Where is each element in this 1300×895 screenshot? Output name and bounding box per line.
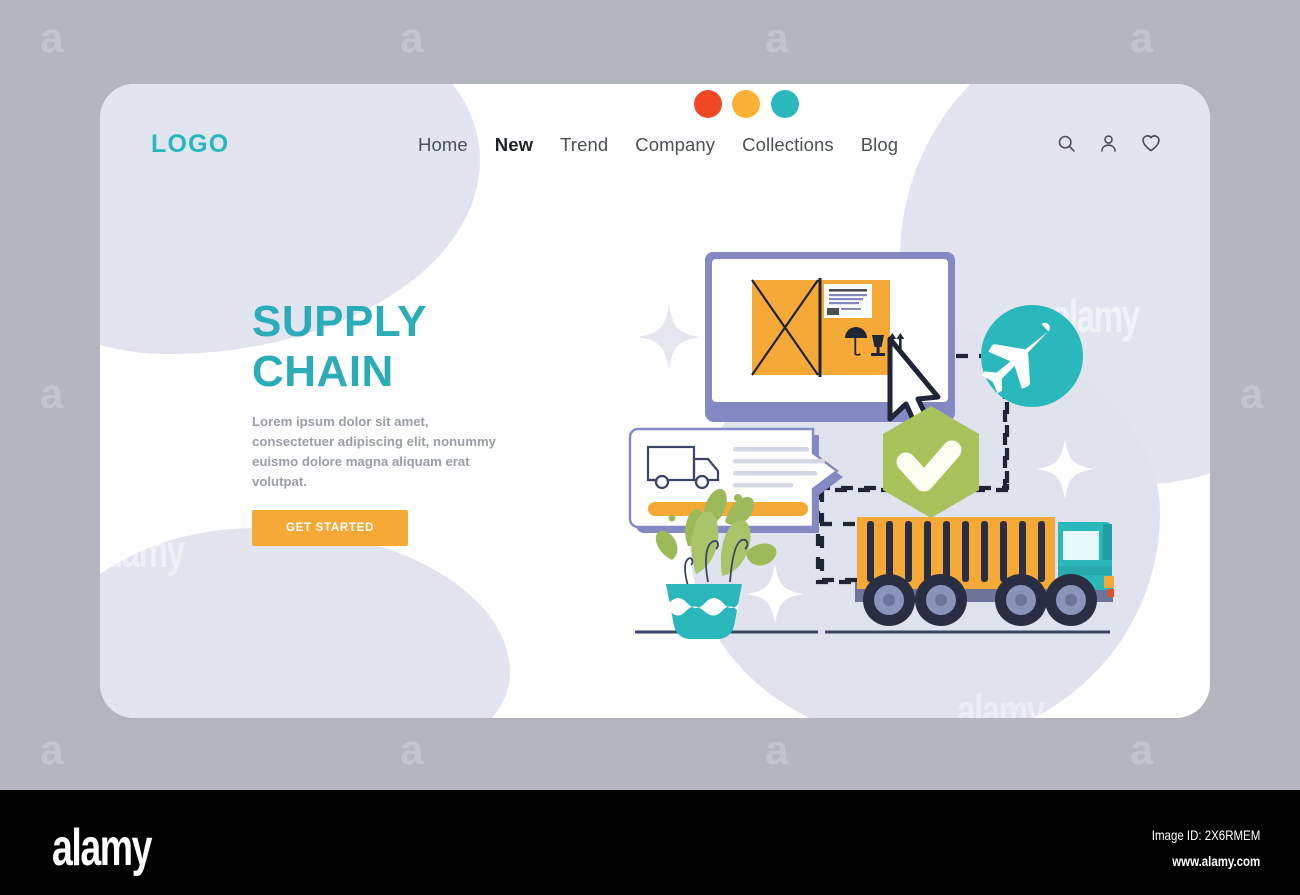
nav-item-trend[interactable]: Trend [560, 134, 608, 156]
page-title: SUPPLY CHAIN [252, 297, 552, 397]
cardboard-box [751, 278, 905, 377]
user-icon[interactable] [1098, 133, 1119, 154]
window-dot-teal [771, 90, 799, 118]
get-started-button[interactable]: GET STARTED [252, 510, 408, 546]
website-text[interactable]: www.alamy.com [1152, 848, 1260, 874]
landing-page-card: alamy alamy alamy LOGO Home New Trend Co… [100, 84, 1210, 718]
nav-item-blog[interactable]: Blog [861, 134, 898, 156]
plant-pot [666, 584, 742, 640]
shipping-label [824, 284, 872, 318]
nav-item-collections[interactable]: Collections [742, 134, 834, 156]
page-title-line2: CHAIN [252, 347, 394, 396]
site-logo[interactable]: LOGO [151, 130, 229, 159]
image-id-text: Image ID: 2X6RMEM [1151, 827, 1260, 843]
watermark-glyph: a [1130, 14, 1153, 61]
window-dot-yellow [732, 90, 760, 118]
air-freight-badge[interactable] [971, 305, 1083, 407]
search-icon[interactable] [1056, 133, 1077, 154]
nav-item-company[interactable]: Company [635, 134, 715, 156]
heart-icon[interactable] [1140, 132, 1162, 154]
window-dot-red [694, 90, 722, 118]
nav-item-new[interactable]: New [495, 134, 533, 156]
watermark-glyph: a [40, 370, 63, 417]
watermark-glyph: a [400, 726, 423, 773]
hero-section: SUPPLY CHAIN Lorem ipsum dolor sit amet,… [252, 297, 552, 546]
verified-badge[interactable] [883, 406, 979, 518]
watermark-glyph: a [40, 726, 63, 773]
hero-paragraph: Lorem ipsum dolor sit amet, consectetuer… [252, 414, 497, 489]
watermark-glyph: a [765, 14, 788, 61]
footer-meta: Image ID: 2X6RMEM www.alamy.com [1128, 822, 1260, 874]
alamy-footer: alamy Image ID: 2X6RMEM www.alamy.com [0, 790, 1300, 895]
watermark-glyph: a [400, 14, 423, 61]
site-header: LOGO Home New Trend Company Collections … [100, 128, 1210, 172]
watermark-glyph: a [765, 726, 788, 773]
watermark-glyph: a [40, 14, 63, 61]
nav-item-home[interactable]: Home [418, 134, 468, 156]
watermark-glyph: a [1130, 726, 1153, 773]
page-title-line1: SUPPLY [252, 297, 428, 346]
sparkle-icon [638, 304, 700, 370]
screenshot-root: a a a a a a a a a a alamy alamy alamy LO… [0, 0, 1300, 895]
cargo-truck [855, 517, 1114, 626]
watermark-glyph: a [1240, 370, 1263, 417]
alamy-logo: alamy [52, 819, 152, 877]
header-icon-group [1056, 132, 1162, 154]
main-navigation: Home New Trend Company Collections Blog [418, 134, 898, 156]
